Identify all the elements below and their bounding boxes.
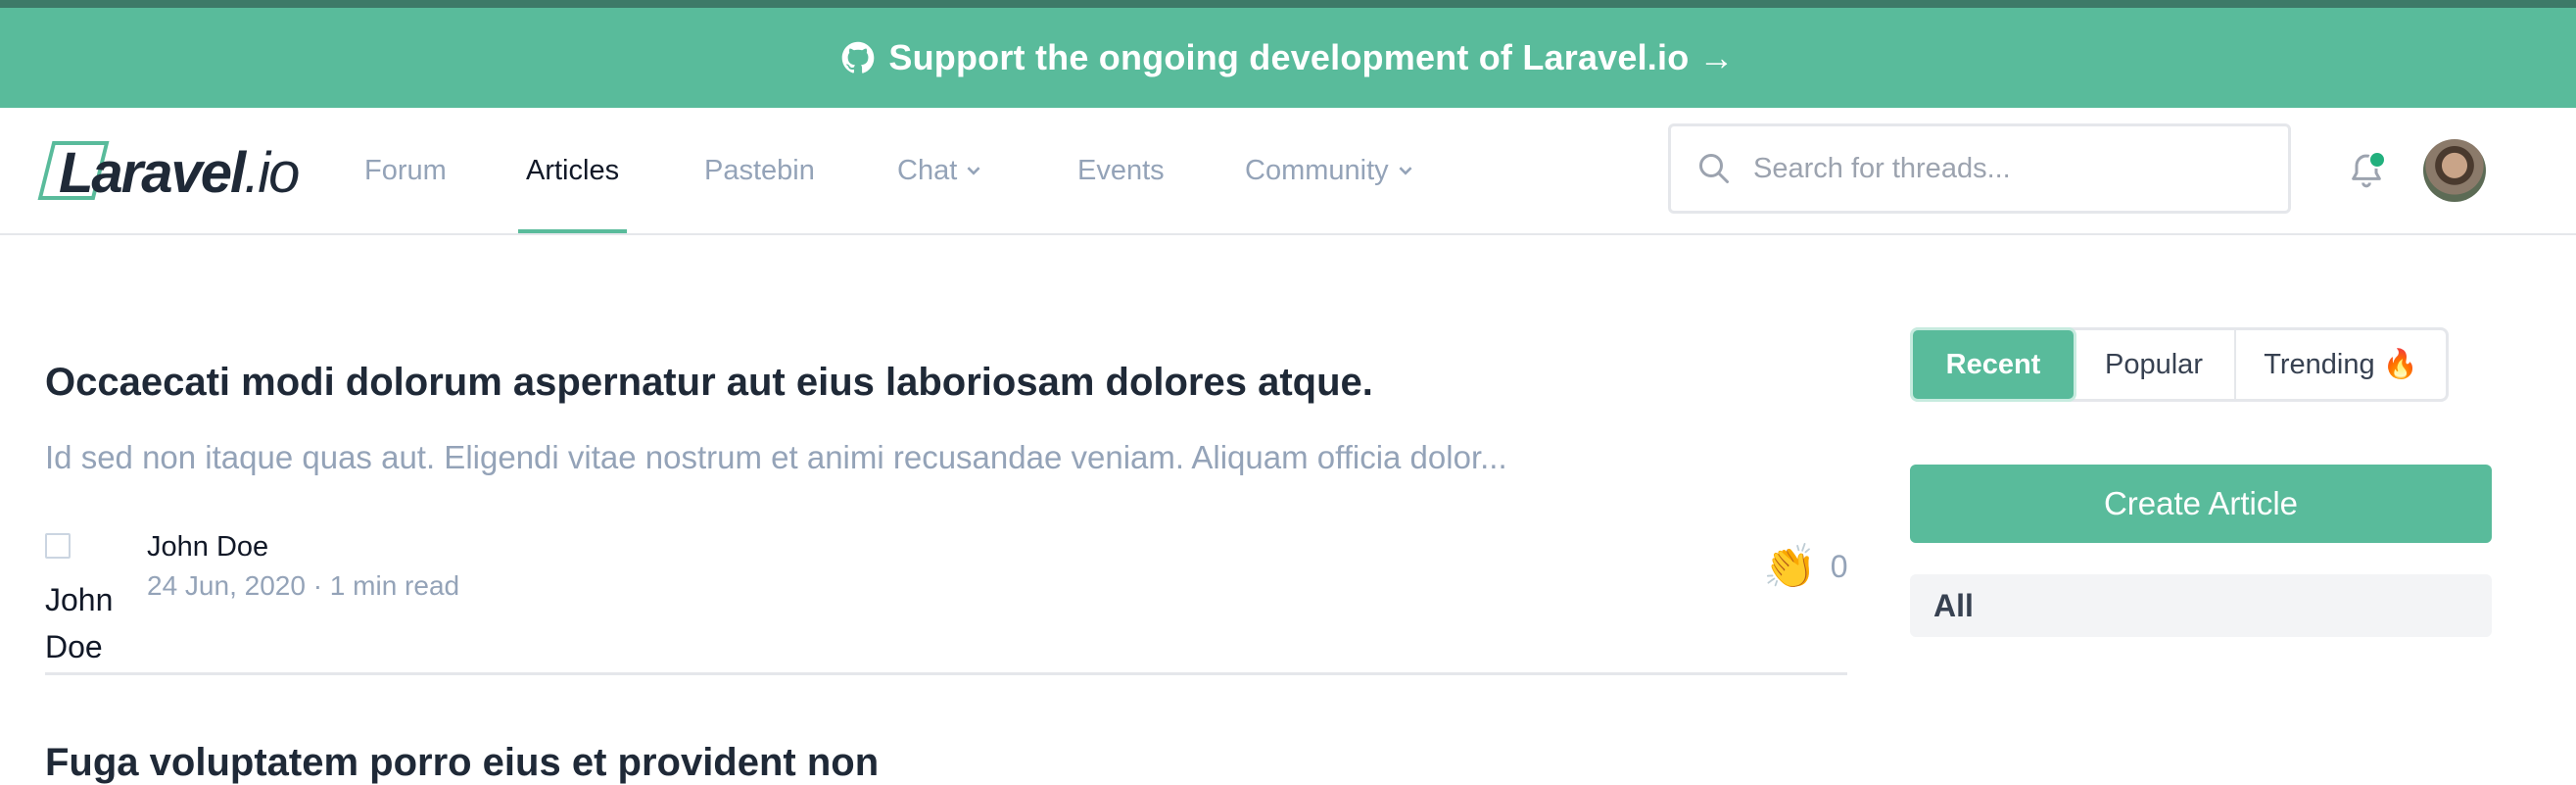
tab-recent[interactable]: Recent	[1913, 330, 2074, 399]
claps-counter: 👏 0	[1763, 541, 1848, 592]
search-input[interactable]	[1751, 151, 2265, 186]
nav-forum[interactable]: Forum	[364, 108, 447, 233]
author-name[interactable]: John Doe	[147, 531, 268, 564]
article-excerpt: Id sed non itaque quas aut. Eligendi vit…	[45, 439, 1507, 475]
nav-chat[interactable]: Chat	[897, 108, 980, 233]
tab-trending[interactable]: Trending 🔥	[2236, 330, 2446, 399]
nav-community[interactable]: Community	[1245, 108, 1412, 233]
clap-icon: 👏	[1763, 543, 1817, 591]
create-article-button[interactable]: Create Article	[1910, 465, 2492, 543]
article-title[interactable]: Occaecati modi dolorum aspernatur aut ei…	[45, 361, 1373, 405]
nav-events[interactable]: Events	[1077, 108, 1165, 233]
chevron-down-icon	[967, 167, 980, 175]
notifications-button[interactable]	[2347, 149, 2386, 192]
banner-text: Support the ongoing development of Larav…	[888, 37, 1690, 77]
logo-wordmark: Laravel.io	[59, 140, 300, 205]
user-avatar[interactable]	[2423, 139, 2486, 202]
chevron-down-icon	[1399, 167, 1412, 175]
search-box[interactable]	[1668, 123, 2291, 214]
tag-filter-all[interactable]: All	[1910, 574, 2492, 637]
author-avatar-alt: John Doe	[45, 582, 114, 664]
nav-pastebin[interactable]: Pastebin	[704, 108, 815, 233]
nav-articles[interactable]: Articles	[517, 108, 628, 233]
article-divider	[45, 672, 1847, 675]
search-icon	[1699, 154, 1729, 183]
top-accent-bar	[0, 0, 2576, 8]
notification-dot	[2368, 151, 2386, 169]
broken-image-icon	[45, 533, 71, 559]
sort-tabs: Recent Popular Trending 🔥	[1910, 327, 2449, 402]
author-avatar[interactable]: John Doe	[45, 529, 123, 664]
tab-popular[interactable]: Popular	[2074, 330, 2236, 399]
claps-count: 0	[1830, 548, 1848, 584]
support-banner[interactable]: Support the ongoing development of Larav…	[0, 8, 2576, 108]
article-meta: 24 Jun, 2020 · 1 min read	[147, 570, 460, 601]
article-title[interactable]: Fuga voluptatem porro eius et provident …	[45, 741, 879, 785]
main-navbar: Laravel.io Forum Articles Pastebin Chat …	[0, 108, 2576, 235]
laravel-io-logo[interactable]: Laravel.io	[37, 137, 300, 208]
arrow-right-icon: →	[1698, 37, 1735, 77]
github-icon	[842, 41, 875, 74]
